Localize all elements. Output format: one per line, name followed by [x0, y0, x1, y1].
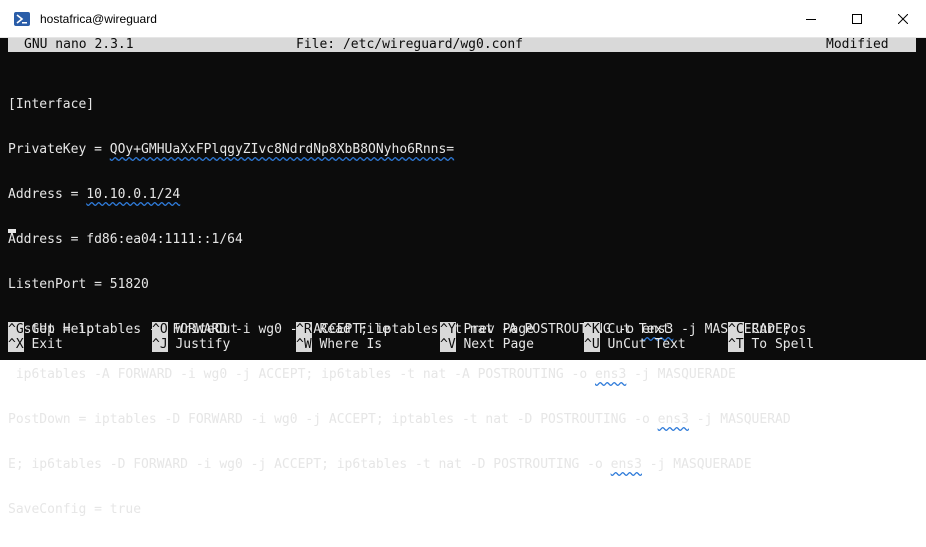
shortcut-next-page[interactable]: ^V Next Page — [440, 337, 534, 352]
powershell-icon — [14, 11, 30, 26]
shortcut-key: ^C — [728, 322, 744, 337]
shortcut-key: ^T — [728, 337, 744, 352]
shortcut-label: Get Help — [31, 322, 95, 337]
spellcheck-word: ens3 — [657, 412, 689, 427]
shortcut-key: ^V — [440, 337, 456, 352]
shortcut-label: To Spell — [751, 337, 815, 352]
editor-line: PrivateKey = QOy+GMHUaXxFPlqgyZIvc8NdrdN… — [8, 142, 455, 157]
text-cursor — [8, 229, 16, 233]
shortcut-justify[interactable]: ^J Justify — [152, 337, 230, 352]
editor-line: SaveConfig = true — [8, 502, 142, 517]
shortcut-bar: ^G Get Help ^O WriteOut ^R Read File ^Y … — [8, 322, 916, 352]
terminal-window: hostafrica@wireguard GNU nano 2.3.1 File… — [0, 0, 926, 517]
shortcut-prev-page[interactable]: ^Y Prev Page — [440, 322, 534, 337]
shortcut-label: Prev Page — [463, 322, 534, 337]
editor-line: ip6tables -A FORWARD -i wg0 -j ACCEPT; i… — [8, 367, 736, 382]
shortcut-label: WriteOut — [175, 322, 239, 337]
shortcut-label: Next Page — [463, 337, 534, 352]
maximize-button[interactable] — [834, 0, 880, 38]
spellcheck-word: ens3 — [610, 457, 642, 472]
editor-line: [Interface] — [8, 97, 95, 112]
file-name: File: /etc/wireguard/wg0.conf — [296, 37, 523, 52]
shortcut-where-is[interactable]: ^W Where Is — [296, 337, 382, 352]
shortcut-label: Read File — [319, 322, 390, 337]
shortcut-get-help[interactable]: ^G Get Help — [8, 322, 94, 337]
shortcut-uncut-text[interactable]: ^U UnCut Text — [584, 337, 686, 352]
editor-line: Address = fd86:ea04:1111::1/64 — [8, 232, 243, 247]
window-title: hostafrica@wireguard — [40, 11, 157, 26]
minimize-button[interactable] — [788, 0, 834, 38]
shortcut-key: ^O — [152, 322, 168, 337]
scrollbar[interactable] — [916, 38, 926, 360]
shortcut-key: ^J — [152, 337, 168, 352]
nano-version: GNU nano 2.3.1 — [24, 37, 134, 52]
shortcut-label: Exit — [31, 337, 63, 352]
editor-line: Address = 10.10.0.1/24 — [8, 187, 181, 202]
shortcut-cur-pos[interactable]: ^C Cur Pos — [728, 322, 806, 337]
maximize-icon — [852, 14, 862, 24]
shortcut-key: ^G — [8, 322, 24, 337]
shortcut-label: Where Is — [319, 337, 383, 352]
title-bar[interactable]: hostafrica@wireguard — [0, 0, 926, 38]
editor-line: PostDown = iptables -D FORWARD -i wg0 -j… — [8, 412, 791, 427]
shortcut-label: Justify — [175, 337, 231, 352]
shortcut-to-spell[interactable]: ^T To Spell — [728, 337, 814, 352]
close-button[interactable] — [880, 0, 926, 38]
shortcut-key: ^U — [584, 337, 600, 352]
shortcut-key: ^X — [8, 337, 24, 352]
shortcut-key: ^K — [584, 322, 600, 337]
nano-header-bar: GNU nano 2.3.1 File: /etc/wireguard/wg0.… — [8, 38, 916, 52]
shortcut-cut-text[interactable]: ^K Cut Text — [584, 322, 670, 337]
editor-line: E; ip6tables -D FORWARD -i wg0 -j ACCEPT… — [8, 457, 752, 472]
modified-status: Modified — [826, 37, 889, 52]
shortcut-key: ^Y — [440, 322, 456, 337]
spellcheck-word: 10.10.0.1/24 — [86, 187, 181, 202]
shortcut-exit[interactable]: ^X Exit — [8, 337, 63, 352]
shortcut-read-file[interactable]: ^R Read File — [296, 322, 390, 337]
shortcut-writeout[interactable]: ^O WriteOut — [152, 322, 238, 337]
editor-line: ListenPort = 51820 — [8, 277, 149, 292]
shortcut-label: Cut Text — [607, 322, 671, 337]
shortcut-key: ^W — [296, 337, 312, 352]
minimize-icon — [806, 19, 816, 20]
close-icon — [898, 14, 908, 24]
shortcut-label: Cur Pos — [751, 322, 807, 337]
editor-area[interactable]: [Interface] PrivateKey = QOy+GMHUaXxFPlq… — [8, 67, 916, 517]
shortcut-key: ^R — [296, 322, 312, 337]
spellcheck-word: ens3 — [595, 367, 627, 382]
spellcheck-word: QOy+GMHUaXxFPlqgyZIvc8NdrdNp8XbB8ONyho6R… — [109, 142, 455, 157]
shortcut-label: UnCut Text — [607, 337, 686, 352]
